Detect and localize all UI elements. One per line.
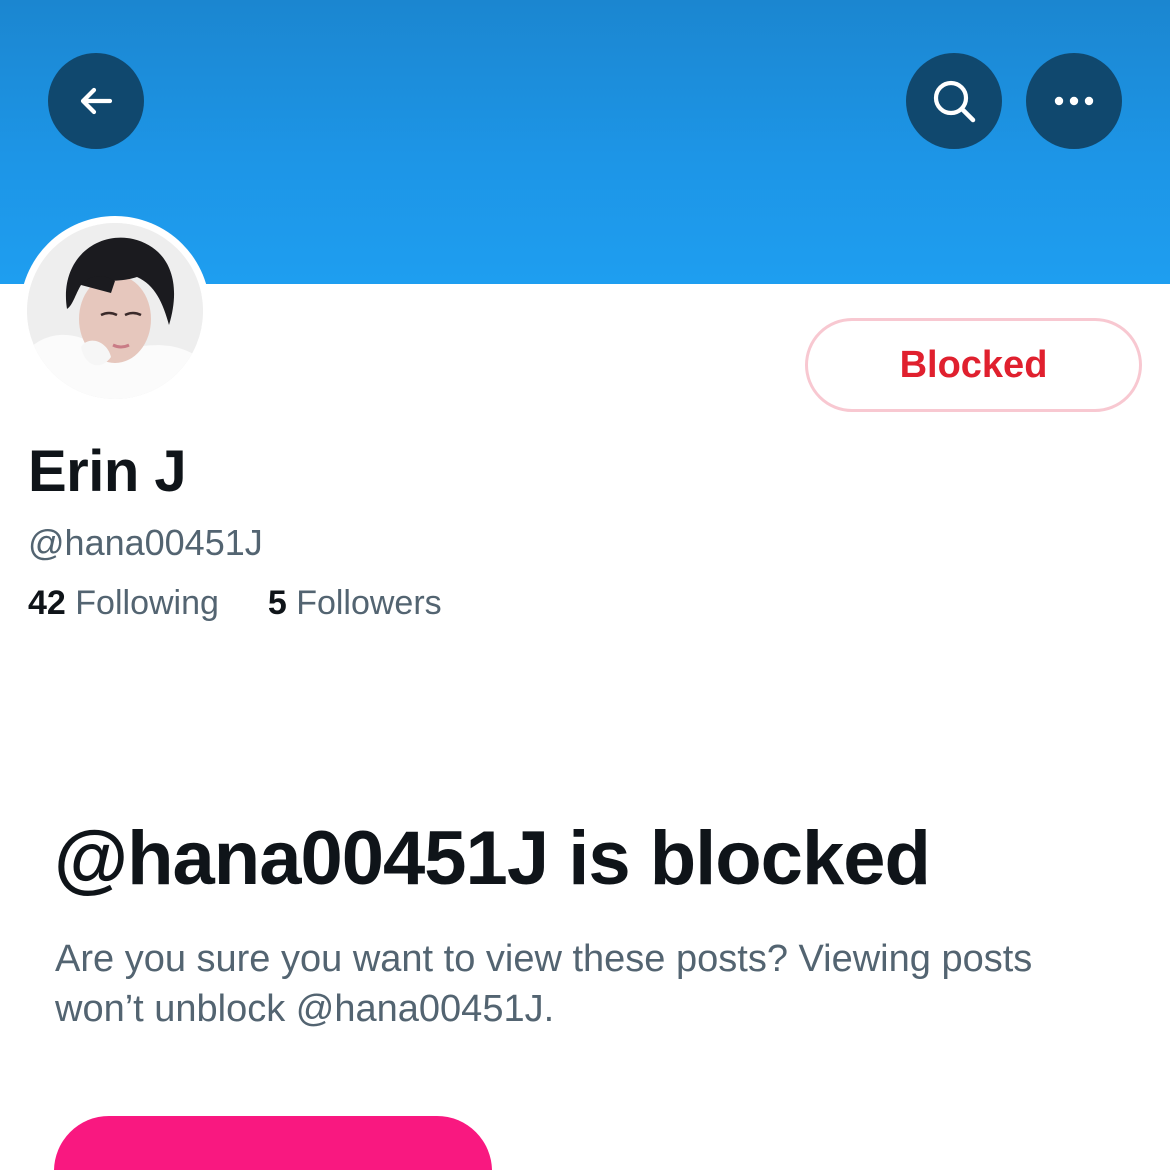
following-link[interactable]: 42 Following <box>28 584 228 622</box>
search-button[interactable] <box>906 53 1002 149</box>
blocked-notice-description: Are you sure you want to view these post… <box>55 938 1033 1030</box>
arrow-left-icon <box>74 79 118 123</box>
follow-stats: 42 Following 5 Followers <box>28 584 442 623</box>
view-posts-button[interactable] <box>54 1116 492 1170</box>
avatar[interactable] <box>27 223 203 399</box>
followers-label: Followers <box>296 584 442 622</box>
blocked-notice-title: @hana00451J is blocked <box>54 816 931 901</box>
display-name: Erin J <box>28 439 187 504</box>
profile-page: Blocked Erin J @hana00451J 42 Following … <box>0 0 1170 1170</box>
followers-link[interactable]: 5 Followers <box>268 584 442 622</box>
blocked-button[interactable]: Blocked <box>805 318 1142 412</box>
followers-count: 5 <box>267 584 287 622</box>
avatar-frame <box>20 216 210 406</box>
profile-handle: @hana00451J <box>28 522 263 563</box>
more-horizontal-icon <box>1052 95 1096 107</box>
back-button[interactable] <box>48 53 144 149</box>
search-icon <box>929 76 979 126</box>
following-count: 42 <box>28 584 66 622</box>
more-options-button[interactable] <box>1026 53 1122 149</box>
following-label: Following <box>75 584 219 622</box>
